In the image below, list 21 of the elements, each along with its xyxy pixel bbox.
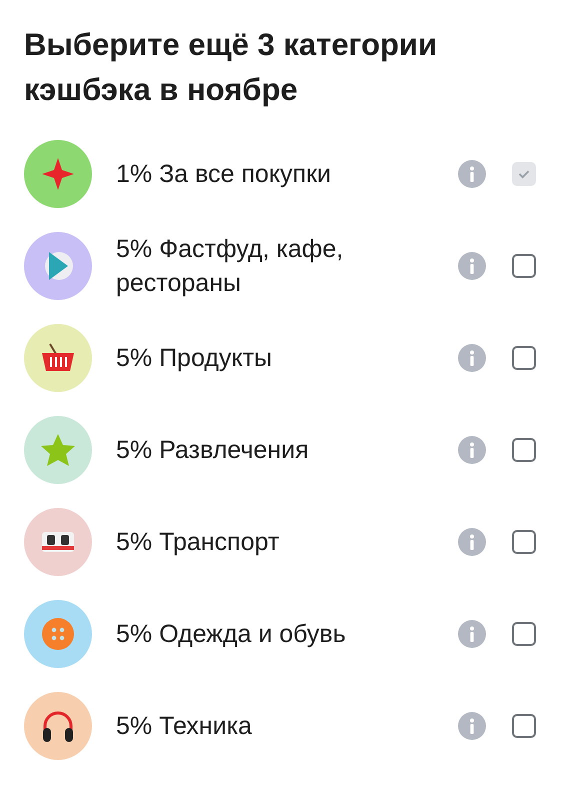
info-icon[interactable] (458, 436, 486, 464)
checkbox[interactable] (512, 346, 536, 370)
page-title: Выберите ещё 3 категории кэшбэка в ноябре (24, 26, 438, 109)
checkbox[interactable] (512, 622, 536, 646)
checkbox[interactable] (512, 254, 536, 278)
info-icon[interactable] (458, 620, 486, 648)
category-label: 5% Техника (116, 711, 253, 742)
info-icon[interactable] (458, 252, 486, 280)
category-label: 5% Транспорт (116, 527, 280, 558)
info-icon[interactable] (458, 528, 486, 556)
checkbox[interactable] (512, 438, 536, 462)
checkbox[interactable] (512, 530, 536, 554)
category-label: 5% Продукты (116, 343, 274, 374)
category-label: 5% Одежда и обувь (116, 619, 347, 650)
category-label: 1% За все покупки (116, 159, 332, 190)
category-label: 5% Развлечения (116, 435, 310, 466)
info-icon[interactable] (458, 160, 486, 188)
category-label: 5% Фастфуд, кафе, рестораны (116, 234, 344, 299)
info-icon[interactable] (458, 344, 486, 372)
checkbox[interactable] (512, 714, 536, 738)
info-icon[interactable] (458, 712, 486, 740)
